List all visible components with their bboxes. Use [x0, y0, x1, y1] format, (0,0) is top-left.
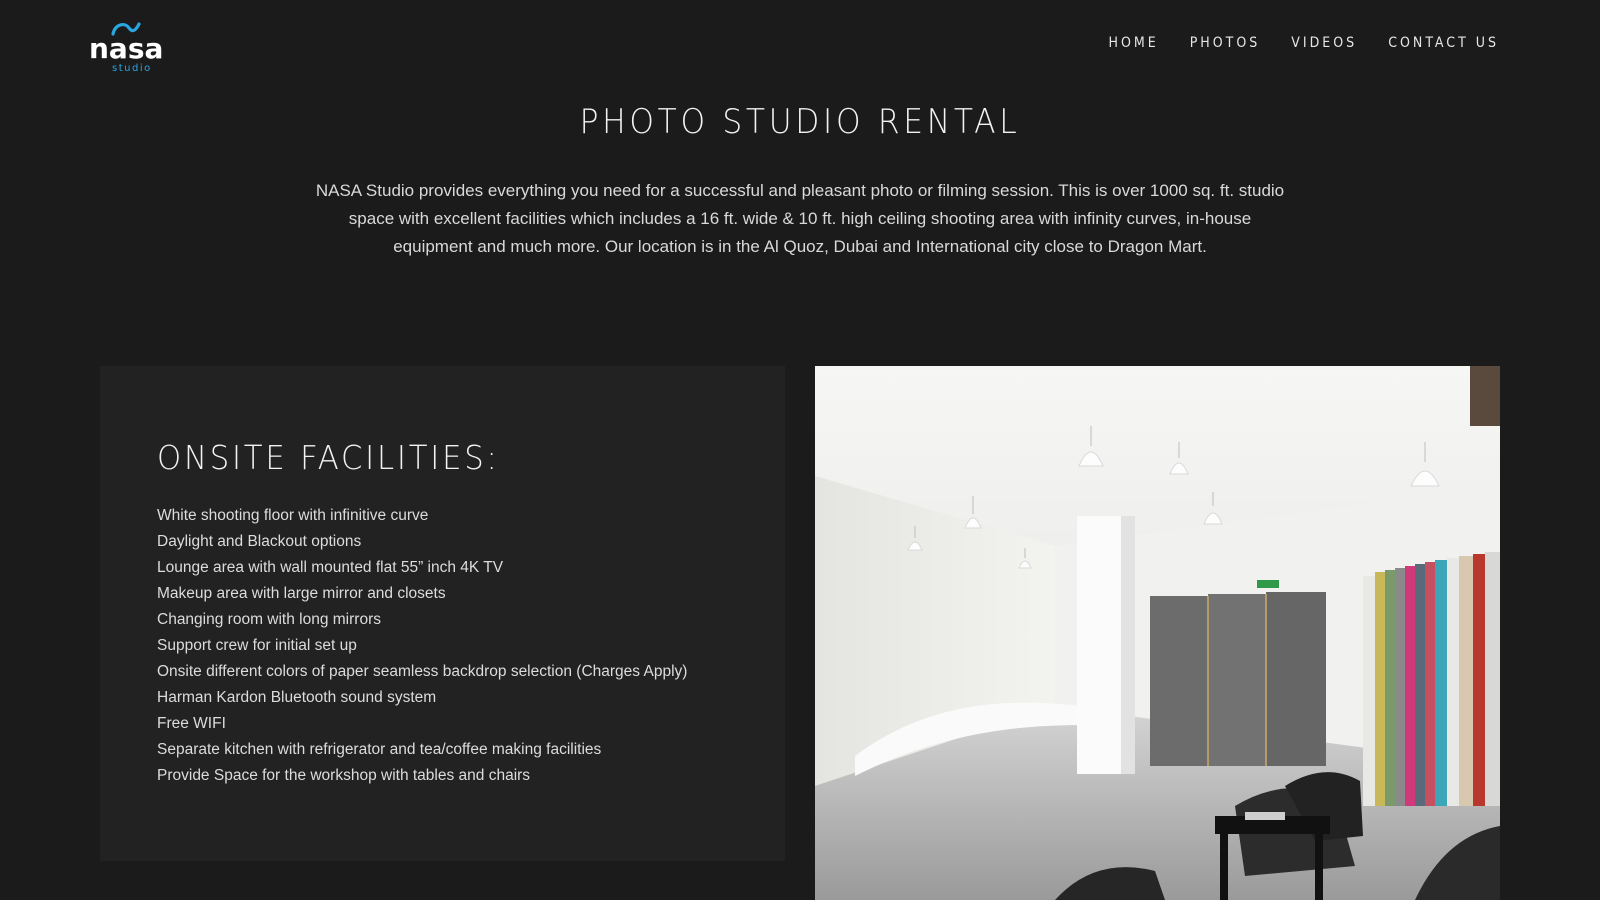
facility-item: Support crew for initial set up: [157, 637, 357, 654]
facility-item: Daylight and Blackout options: [157, 533, 362, 550]
logo-subtext: studio: [112, 63, 152, 72]
page-title: PHOTO STUDIO RENTAL: [579, 102, 1021, 142]
nav-photos[interactable]: PHOTOS: [1190, 33, 1261, 53]
page: nasa studio HOME PHOTOS VIDEOS CONTACT U…: [0, 0, 1600, 900]
facility-item: White shooting floor with infinitive cur…: [157, 507, 429, 524]
nav-home[interactable]: HOME: [1108, 33, 1158, 53]
facility-item: Separate kitchen with refrigerator and t…: [157, 741, 602, 758]
nav-videos[interactable]: VIDEOS: [1291, 33, 1357, 53]
studio-description: NASA Studio provides everything you need…: [315, 181, 1285, 256]
logo-wordmark: nasa: [89, 32, 163, 65]
facility-item: Provide Space for the workshop with tabl…: [157, 767, 531, 784]
logo-mark: nasa studio: [89, 22, 163, 72]
facility-item: Changing room with long mirrors: [157, 611, 381, 628]
facilities-list: White shooting floor with infinitive cur…: [157, 503, 687, 789]
main-nav: HOME PHOTOS VIDEOS CONTACT US: [1077, 33, 1499, 53]
facilities-title: ONSITE FACILITIES:: [157, 438, 500, 477]
facility-item: Free WIFI: [157, 715, 226, 732]
facilities-panel: ONSITE FACILITIES: White shooting floor …: [100, 366, 785, 861]
facility-item: Harman Kardon Bluetooth sound system: [157, 689, 437, 706]
nav-contact-us[interactable]: CONTACT US: [1388, 33, 1499, 53]
studio-photo: [815, 366, 1500, 900]
nasa-studio-logo[interactable]: nasa studio: [89, 20, 175, 72]
facility-item: Makeup area with large mirror and closet…: [157, 585, 446, 602]
facility-item: Onsite different colors of paper seamles…: [157, 663, 688, 680]
facility-item: Lounge area with wall mounted flat 55” i…: [157, 559, 504, 576]
